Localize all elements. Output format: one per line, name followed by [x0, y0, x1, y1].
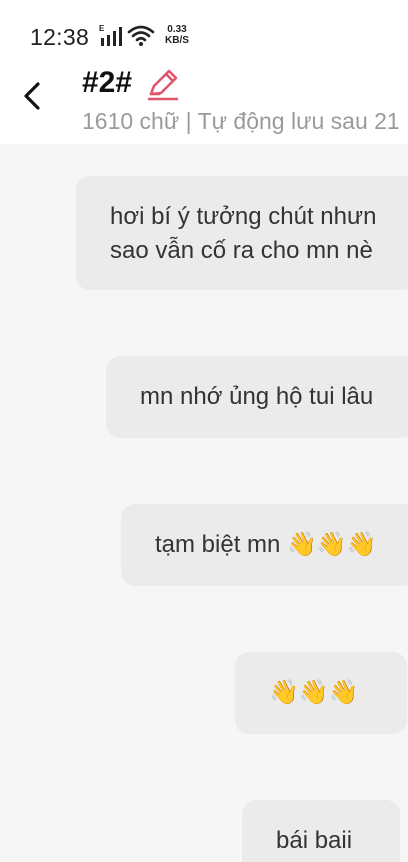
screen: 12:38 E 0.33 KB/S #2# 1610 chữ | Tự động… — [0, 0, 408, 862]
text-block[interactable]: mn nhớ ủng hộ tui lâu — [106, 356, 408, 438]
pencil-edit-icon[interactable] — [146, 68, 180, 102]
network-speed-unit: KB/S — [165, 35, 189, 46]
editor-content[interactable]: hơi bí ý tưởng chút nhưn sao vẫn cố ra c… — [0, 144, 408, 862]
text-line: hơi bí ý tưởng chút nhưn — [110, 203, 377, 230]
text-block[interactable]: tạm biệt mn 👋👋👋 — [121, 504, 408, 586]
document-title: #2# — [82, 66, 133, 99]
text-line: mn nhớ ủng hộ tui lâu — [140, 383, 374, 410]
text-line: bái baii — [276, 827, 353, 854]
text-block[interactable]: bái baii — [242, 800, 400, 862]
network-speed-value: 0.33 — [167, 24, 187, 35]
network-speed: 0.33 KB/S — [160, 24, 194, 46]
status-bar: 12:38 E 0.33 KB/S — [0, 0, 408, 62]
back-button[interactable] — [14, 78, 50, 114]
signal-icon — [101, 27, 122, 46]
back-arrow-icon — [24, 82, 40, 110]
wifi-icon — [127, 25, 155, 46]
editor-header: #2# 1610 chữ | Tự động lưu sau 21 — [0, 62, 408, 144]
document-meta: 1610 chữ | Tự động lưu sau 21 — [82, 108, 400, 134]
text-line: sao vẫn cố ra cho mn nè — [110, 237, 373, 264]
text-block[interactable]: 👋👋👋 — [235, 652, 407, 734]
text-block[interactable]: hơi bí ý tưởng chút nhưn sao vẫn cố ra c… — [76, 176, 408, 290]
text-line: tạm biệt mn 👋👋👋 — [155, 531, 377, 558]
status-time: 12:38 — [30, 24, 90, 50]
text-line: 👋👋👋 — [269, 679, 359, 706]
